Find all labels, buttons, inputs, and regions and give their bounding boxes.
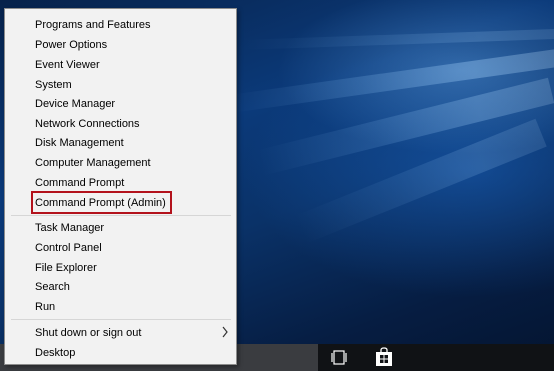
menu-separator bbox=[11, 215, 231, 216]
menu-separator bbox=[11, 319, 231, 320]
menu-item-event-viewer[interactable]: Event Viewer bbox=[35, 58, 100, 72]
menu-item-search[interactable]: Search bbox=[35, 280, 70, 294]
menu-item-disk-management[interactable]: Disk Management bbox=[35, 136, 124, 150]
menu-item-file-explorer[interactable]: File Explorer bbox=[35, 261, 97, 275]
menu-item-command-prompt[interactable]: Command Prompt bbox=[35, 176, 124, 190]
menu-item-control-panel[interactable]: Control Panel bbox=[35, 241, 102, 255]
menu-item-network-connections[interactable]: Network Connections bbox=[35, 117, 140, 131]
menu-item-power-options[interactable]: Power Options bbox=[35, 38, 107, 52]
menu-item-command-prompt-admin[interactable]: Command Prompt (Admin) bbox=[35, 196, 166, 210]
menu-item-system[interactable]: System bbox=[35, 78, 72, 92]
menu-item-desktop[interactable]: Desktop bbox=[35, 346, 75, 360]
menu-item-shut-down-or-sign-out[interactable]: Shut down or sign out bbox=[35, 326, 141, 340]
menu-item-programs-and-features[interactable]: Programs and Features bbox=[35, 18, 151, 32]
menu-item-task-manager[interactable]: Task Manager bbox=[35, 221, 104, 235]
store-icon[interactable] bbox=[375, 347, 393, 367]
menu-item-run[interactable]: Run bbox=[35, 300, 55, 314]
winx-context-menu: Programs and Features Power Options Even… bbox=[4, 8, 237, 365]
chevron-right-icon bbox=[222, 326, 228, 338]
menu-item-device-manager[interactable]: Device Manager bbox=[35, 97, 115, 111]
task-view-icon[interactable] bbox=[331, 350, 347, 365]
menu-item-computer-management[interactable]: Computer Management bbox=[35, 156, 151, 170]
light-beam bbox=[239, 28, 554, 50]
